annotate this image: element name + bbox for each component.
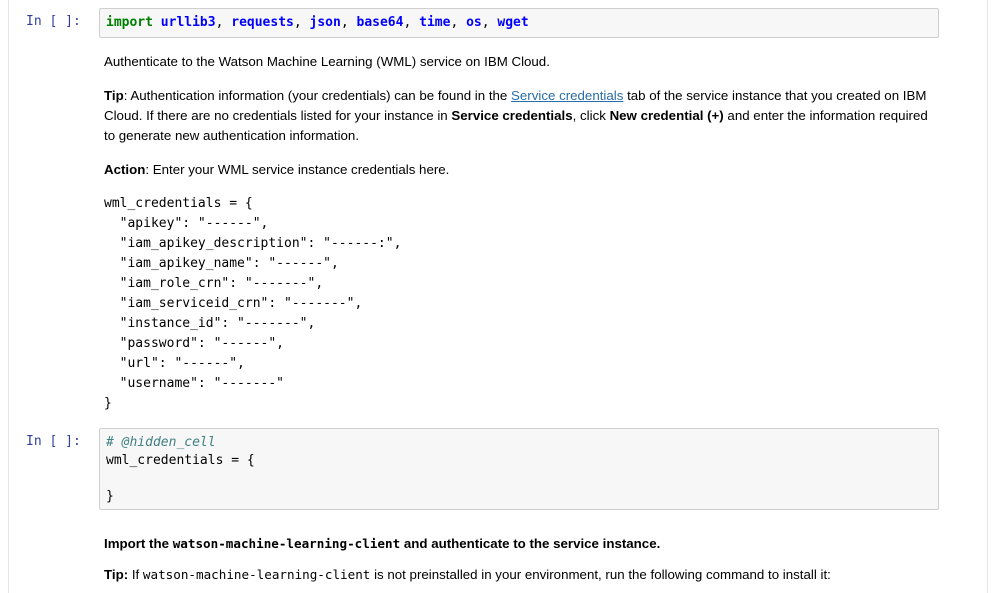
markdown-action: Action: Enter your WML service instance … [104,160,937,180]
module-name: requests [231,15,294,30]
tip-text: , click [572,108,610,123]
separator: , [293,15,310,30]
code-line: "iam_role_crn": "-------", [104,276,324,291]
code-cell-imports[interactable]: import urllib3, requests, json, base64, … [99,8,939,38]
tip-text: If [128,567,143,582]
markdown-tip: Tip: Authentication information (your cr… [104,86,937,146]
markdown-heading: Import the watson-machine-learning-clien… [104,534,937,554]
code-line: "username": "-------" [104,376,285,391]
code-cell-hidden-credentials[interactable]: # @hidden_cell wml_credentials = { } [99,428,939,510]
markdown-tip-install: Tip: If watson-machine-learning-client i… [104,565,937,585]
tip-bold: Service credentials [451,108,573,123]
notebook-container: In [ ]: import urllib3, requests, json, … [8,0,988,593]
code-line: wml_credentials = { [104,196,253,211]
code-line: "url": "------", [104,356,245,371]
hidden-cell-comment: # @hidden_cell [106,435,216,450]
code-line: } [104,396,112,411]
tip-text: is not preinstalled in your environment,… [370,567,831,582]
tip-code: watson-machine-learning-client [142,567,371,582]
action-text: : Enter your WML service instance creden… [145,162,450,177]
module-name: base64 [356,15,404,30]
code-line: wml_credentials = { [106,453,255,468]
tip-text: : Authentication information (your crede… [123,88,512,103]
code-line: "iam_serviceid_crn": "-------", [104,296,363,311]
import-line: import urllib3, requests, json, base64, … [106,15,529,30]
module-name: urllib3 [160,15,216,30]
module-name: wget [497,15,529,30]
separator: , [215,15,232,30]
code-line: "instance_id": "-------", [104,316,316,331]
import-keyword: import [106,15,153,30]
code-line: } [106,489,114,504]
tip-bold: New credential (+) [609,108,724,123]
module-list: urllib3, requests, json, base64, time, o… [161,15,529,30]
code-line: "iam_apikey_description": "------:", [104,236,402,251]
separator: , [450,15,467,30]
action-label: Action [104,162,146,177]
service-credentials-link[interactable]: Service credentials [511,88,623,103]
module-name: json [309,15,341,30]
heading-text: and authenticate to the service instance… [400,536,661,551]
code-line: "iam_apikey_name": "------", [104,256,339,271]
code-line: "apikey": "------", [104,216,269,231]
cell-prompt: In [ ]: [26,434,81,449]
separator: , [340,15,357,30]
separator: , [481,15,498,30]
credentials-code-block: wml_credentials = { "apikey": "------", … [104,194,401,414]
module-name: os [466,15,482,30]
heading-text: Import the [104,536,173,551]
heading-code: watson-machine-learning-client [172,536,401,551]
tip-label: Tip [104,88,124,103]
separator: , [403,15,420,30]
tip-label: Tip: [104,567,129,582]
module-name: time [419,15,451,30]
code-line: "password": "------", [104,336,285,351]
cell-prompt: In [ ]: [26,14,81,29]
markdown-intro: Authenticate to the Watson Machine Learn… [104,54,550,69]
